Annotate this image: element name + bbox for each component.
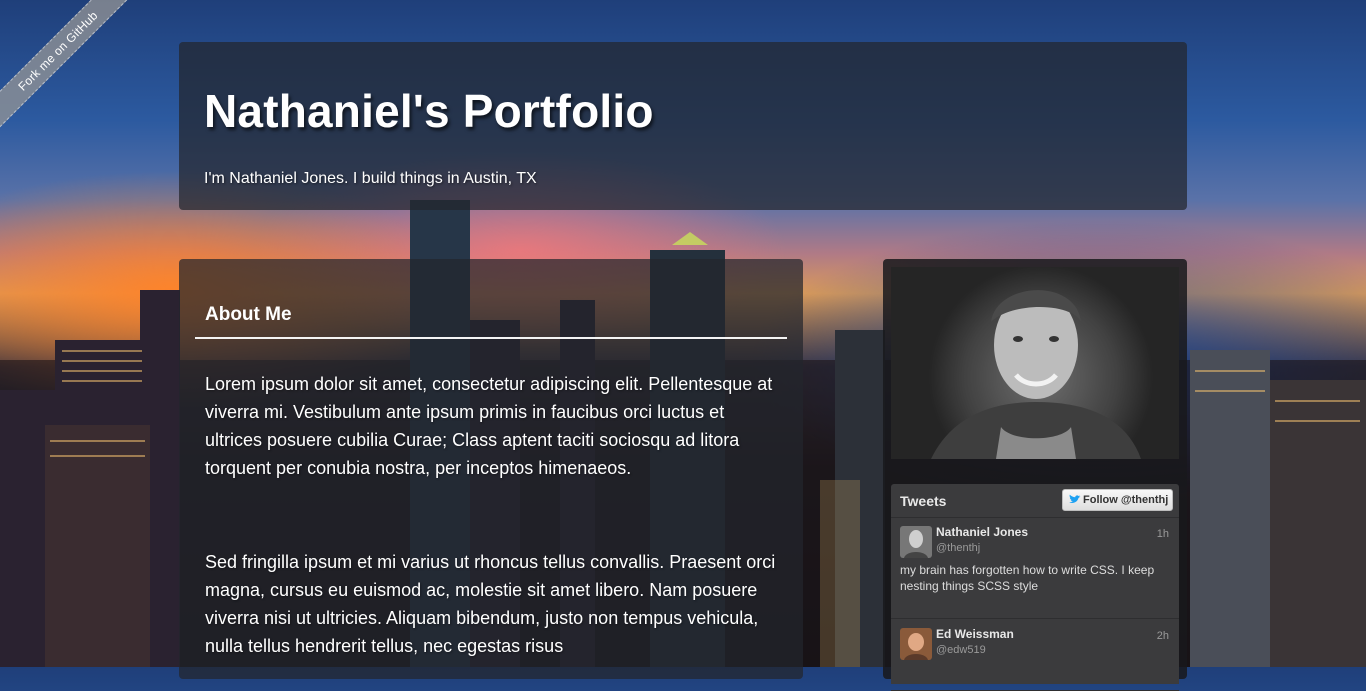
avatar[interactable] bbox=[900, 526, 932, 558]
about-paragraph: Sed fringilla ipsum et mi varius ut rhon… bbox=[205, 552, 776, 656]
tweet-author-handle[interactable]: @thenthj bbox=[936, 542, 980, 554]
tweet-item[interactable]: Ed Weissman @edw519 2h bbox=[891, 620, 1179, 691]
twitter-widget-title: Tweets bbox=[900, 493, 947, 509]
sidebar: Tweets Follow @thenthj Nathaniel Jones @… bbox=[883, 259, 1187, 691]
tweet-item[interactable]: Nathaniel Jones @thenthj 1h my brain has… bbox=[891, 518, 1179, 619]
site-tagline: I'm Nathaniel Jones. I build things in A… bbox=[204, 170, 537, 187]
about-paragraph: Lorem ipsum dolor sit amet, consectetur … bbox=[205, 374, 773, 478]
tweet-author-handle[interactable]: @edw519 bbox=[936, 644, 986, 656]
about-heading: About Me bbox=[205, 304, 292, 325]
twitter-widget-header: Tweets Follow @thenthj bbox=[891, 484, 1179, 518]
twitter-widget: Tweets Follow @thenthj Nathaniel Jones @… bbox=[891, 484, 1179, 691]
fork-me-ribbon-label[interactable]: Fork me on GitHub bbox=[0, 0, 140, 138]
about-section: About Me Lorem ipsum dolor sit amet, con… bbox=[179, 259, 803, 679]
tweet-author-name[interactable]: Ed Weissman bbox=[936, 627, 1014, 641]
tweet-author-name[interactable]: Nathaniel Jones bbox=[936, 525, 1028, 539]
tweet-timestamp[interactable]: 1h bbox=[1157, 528, 1169, 540]
follow-button[interactable]: Follow @thenthj bbox=[1062, 489, 1173, 511]
twitter-bird-icon bbox=[1069, 494, 1081, 503]
site-header: Nathaniel's Portfolio I'm Nathaniel Jone… bbox=[179, 42, 1187, 210]
avatar[interactable] bbox=[900, 628, 932, 660]
follow-button-label: Follow @thenthj bbox=[1083, 494, 1169, 506]
github-ribbon[interactable]: Fork me on GitHub bbox=[0, 0, 140, 140]
about-divider bbox=[195, 337, 787, 339]
tweet-timestamp[interactable]: 2h bbox=[1157, 630, 1169, 642]
profile-photo bbox=[891, 267, 1179, 459]
site-title: Nathaniel's Portfolio bbox=[204, 85, 654, 137]
tweet-text: my brain has forgotten how to write CSS.… bbox=[900, 563, 1155, 593]
